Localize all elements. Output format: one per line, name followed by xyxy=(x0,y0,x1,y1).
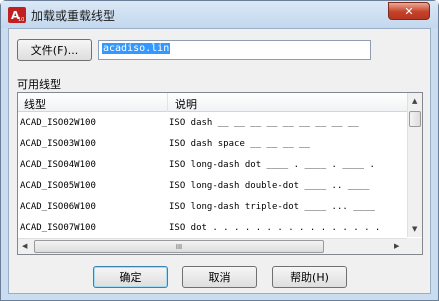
linetype-description: ISO dot . . . . . . . . . . . . . . . . xyxy=(169,223,381,233)
scroll-up-icon[interactable]: ▲ xyxy=(412,97,417,105)
scroll-left-icon[interactable]: ◀ xyxy=(22,242,27,250)
vertical-scroll-thumb[interactable] xyxy=(409,111,421,127)
linetype-description: ISO long-dash double-dot ____ .. ____ xyxy=(169,181,370,191)
load-linetypes-dialog: A 10 加载或重载线型 ✕ 文件(F)... acadiso.lin 可用线型… xyxy=(0,0,439,301)
linetype-name: ACAD_ISO06W100 xyxy=(20,202,96,212)
scrollbar-corner xyxy=(407,238,422,254)
title-bar[interactable]: A 10 加载或重载线型 ✕ xyxy=(1,1,438,28)
list-item[interactable]: ACAD_ISO04W100 ISO long-dash dot ____ . … xyxy=(18,156,407,177)
svg-text:10: 10 xyxy=(18,17,24,23)
column-header-linetype[interactable]: 线型 xyxy=(24,96,46,112)
file-path-field[interactable]: acadiso.lin xyxy=(98,40,371,60)
list-header: 线型 说明 xyxy=(18,93,407,112)
list-item[interactable]: ACAD_ISO03W100 ISO dash space __ __ __ _… xyxy=(18,135,407,156)
autocad-app-icon: A 10 xyxy=(8,7,26,23)
linetype-description: ISO long-dash triple-dot ____ ... ____ xyxy=(169,202,375,212)
vertical-scrollbar[interactable]: ▲ ▼ xyxy=(407,93,422,237)
horizontal-scrollbar[interactable]: ◀ III ▶ xyxy=(18,238,407,254)
linetype-description: ISO long-dash dot ____ . ____ . ____ . xyxy=(169,160,375,170)
dialog-body: 文件(F)... acadiso.lin 可用线型 线型 说明 ACAD_ISO… xyxy=(8,28,431,294)
cancel-button[interactable]: 取消 xyxy=(182,266,257,288)
grip-icon: III xyxy=(175,242,183,251)
linetype-name: ACAD_ISO03W100 xyxy=(20,139,96,149)
linetype-name: ACAD_ISO04W100 xyxy=(20,160,96,170)
horizontal-scroll-thumb[interactable]: III xyxy=(34,240,324,253)
column-divider[interactable] xyxy=(167,93,168,112)
close-icon: ✕ xyxy=(404,4,414,18)
list-item[interactable]: ACAD_ISO06W100 ISO long-dash triple-dot … xyxy=(18,198,407,219)
column-header-description[interactable]: 说明 xyxy=(175,96,197,112)
list-item[interactable]: ACAD_ISO05W100 ISO long-dash double-dot … xyxy=(18,177,407,198)
file-button[interactable]: 文件(F)... xyxy=(17,39,92,61)
linetype-name: ACAD_ISO05W100 xyxy=(20,181,96,191)
ok-button[interactable]: 确定 xyxy=(93,266,168,288)
available-linetypes-label: 可用线型 xyxy=(17,78,61,91)
linetype-description: ISO dash space __ __ __ __ xyxy=(169,139,310,149)
linetype-list[interactable]: 线型 说明 ACAD_ISO02W100 ISO dash __ __ __ _… xyxy=(17,92,423,255)
scroll-right-icon[interactable]: ▶ xyxy=(394,242,399,250)
dialog-title: 加载或重载线型 xyxy=(31,9,116,23)
help-button[interactable]: 帮助(H) xyxy=(272,266,347,288)
close-button[interactable]: ✕ xyxy=(388,2,430,20)
list-item[interactable]: ACAD_ISO02W100 ISO dash __ __ __ __ __ _… xyxy=(18,114,407,135)
scroll-down-icon[interactable]: ▼ xyxy=(412,225,417,233)
linetype-name: ACAD_ISO02W100 xyxy=(20,118,96,128)
list-item[interactable]: ACAD_ISO07W100 ISO dot . . . . . . . . .… xyxy=(18,219,407,240)
linetype-description: ISO dash __ __ __ __ __ __ __ __ __ xyxy=(169,118,359,128)
linetype-name: ACAD_ISO07W100 xyxy=(20,223,96,233)
file-path-text: acadiso.lin xyxy=(102,43,171,54)
